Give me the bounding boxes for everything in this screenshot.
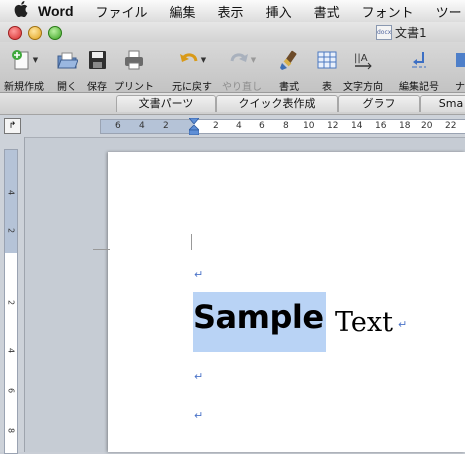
ruler-number: 4	[139, 121, 145, 131]
table-icon	[316, 48, 338, 72]
open-folder-icon	[56, 48, 78, 72]
ruler-number: 10	[303, 121, 315, 131]
table-label: 表	[322, 82, 332, 93]
ruler-number: 2	[163, 121, 169, 131]
text-direction-button[interactable]: ||A 文字方向	[343, 48, 383, 93]
paragraph-mark: ↵	[398, 318, 408, 331]
tab-charts[interactable]: グラフ	[338, 95, 420, 112]
horizontal-ruler[interactable]: 6 4 2 2 4 6 8 10 12 14 16 18 20 22	[100, 118, 465, 135]
ruler-number: 14	[351, 121, 363, 131]
document-page[interactable]: ↵ Sample Text ↵ ↵ ↵	[93, 152, 465, 452]
new-document-label: 新規作成	[4, 82, 44, 93]
text-direction-icon: ||A	[352, 48, 374, 72]
document-icon: docx	[376, 25, 392, 40]
ruler-number: 2	[6, 227, 16, 234]
tab-stop-selector[interactable]: ↱	[4, 118, 21, 134]
ruler-number: 12	[327, 121, 339, 131]
redo-label: やり直し	[222, 82, 262, 93]
minimize-window-button[interactable]	[28, 26, 42, 40]
printer-icon	[123, 48, 145, 72]
ruler-number: 6	[6, 387, 16, 394]
overflow-label: ナ	[455, 82, 465, 93]
sample-word[interactable]: Sample	[193, 298, 324, 336]
ruler-number: 18	[399, 121, 411, 131]
paragraph-mark: ↵	[194, 268, 204, 281]
format-button[interactable]: 書式	[278, 48, 300, 93]
tab-document-parts[interactable]: 文書パーツ	[116, 95, 216, 112]
redo-icon: ▼	[228, 48, 256, 72]
menu-view[interactable]: 表示	[218, 2, 244, 21]
text-direction-label: 文字方向	[343, 82, 383, 93]
elements-gallery-tabs: 文書パーツ クイック表作成 グラフ Sma	[0, 93, 465, 115]
crop-mark	[191, 234, 192, 250]
table-button[interactable]: 表	[316, 48, 338, 93]
print-label: プリント	[114, 82, 154, 93]
indent-marker-icon[interactable]	[189, 118, 199, 135]
vertical-ruler-column: 4 2 2 4 6 8	[0, 137, 25, 454]
undo-button[interactable]: ▼ 元に戻す	[172, 48, 212, 93]
ruler-number: 22	[445, 121, 457, 131]
ruler-number: 4	[6, 189, 16, 196]
new-document-button[interactable]: ▼ 新規作成	[4, 48, 44, 93]
overflow-icon	[454, 48, 465, 72]
toolbar-overflow-button[interactable]: ナ	[454, 48, 465, 93]
close-window-button[interactable]	[8, 26, 22, 40]
ruler-number: 8	[6, 427, 16, 434]
paragraph-mark: ↵	[194, 409, 204, 422]
tab-quick-tables[interactable]: クイック表作成	[216, 95, 338, 112]
menu-word[interactable]: Word	[38, 3, 74, 19]
ruler-number: 6	[259, 121, 265, 131]
save-label: 保存	[87, 82, 107, 93]
window-title: docx 文書1	[376, 24, 427, 41]
print-button[interactable]: プリント	[114, 48, 154, 93]
ruler-number: 4	[6, 347, 16, 354]
save-button[interactable]: 保存	[86, 48, 108, 93]
menu-format[interactable]: 書式	[314, 2, 340, 21]
ruler-number: 20	[421, 121, 433, 131]
tab-smartart[interactable]: Sma	[420, 95, 465, 112]
formatting-marks-label: 編集記号	[399, 82, 439, 93]
menu-font[interactable]: フォント	[362, 2, 414, 21]
top-margin-area	[5, 150, 17, 253]
ruler-number: 4	[236, 121, 242, 131]
document-canvas: ↵ Sample Text ↵ ↵ ↵	[25, 138, 465, 452]
ruler-number: 2	[213, 121, 219, 131]
redo-button[interactable]: ▼ やり直し	[222, 48, 262, 93]
ruler-number: 16	[375, 121, 387, 131]
undo-label: 元に戻す	[172, 82, 212, 93]
formatting-marks-button[interactable]: 編集記号	[399, 48, 439, 93]
format-brush-icon	[278, 48, 300, 72]
new-document-icon: ▼	[10, 48, 38, 72]
apple-menu-icon[interactable]	[14, 1, 28, 21]
crop-mark	[93, 249, 110, 250]
window-title-text: 文書1	[395, 26, 427, 40]
vertical-ruler[interactable]: 4 2 2 4 6 8	[4, 149, 18, 454]
zoom-window-button[interactable]	[48, 26, 62, 40]
menu-file[interactable]: ファイル	[96, 2, 148, 21]
menu-edit[interactable]: 編集	[170, 2, 196, 21]
svg-text:||A: ||A	[354, 53, 368, 64]
menu-bar: Word ファイル 編集 表示 挿入 書式 フォント ツー	[0, 0, 465, 23]
window-titlebar: docx 文書1	[0, 22, 465, 42]
open-label: 開く	[57, 82, 77, 93]
open-button[interactable]: 開く	[56, 48, 78, 93]
ruler-bar: ↱ 6 4 2 2 4 6 8 10 12 14 16 18 20 22	[0, 115, 465, 138]
text-word[interactable]: Text	[335, 307, 393, 338]
menu-tools[interactable]: ツー	[436, 2, 462, 21]
save-disk-icon	[86, 48, 108, 72]
ruler-number: 6	[115, 121, 121, 131]
ruler-number: 2	[6, 299, 16, 306]
standard-toolbar: ▼ 新規作成 開く 保存 プリント ▼ 元に戻す ▼ やり直し 書式 表 ||A…	[0, 42, 465, 93]
paragraph-mark: ↵	[194, 370, 204, 383]
ruler-number: 8	[283, 121, 289, 131]
undo-icon: ▼	[178, 48, 206, 72]
formatting-marks-icon	[408, 48, 430, 72]
menu-insert[interactable]: 挿入	[266, 2, 292, 21]
format-label: 書式	[279, 82, 299, 93]
